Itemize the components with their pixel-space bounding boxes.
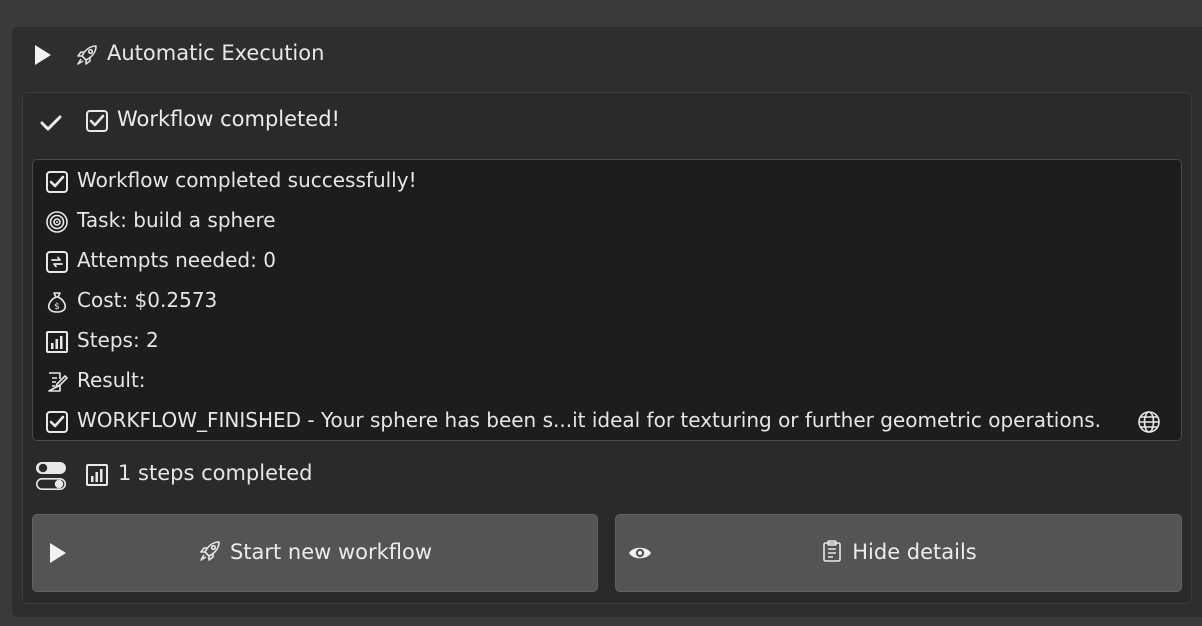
automatic-execution-panel: Automatic Execution Workflow completed! … <box>12 27 1202 617</box>
log-text: Result: <box>77 368 146 392</box>
checkbox-icon <box>86 110 108 132</box>
status-header[interactable]: Workflow completed! <box>23 93 1191 149</box>
rocket-icon <box>77 45 97 65</box>
target-icon <box>46 211 68 233</box>
panel-header[interactable]: Automatic Execution <box>12 27 1202 83</box>
log-line-attempts: Attempts needed: 0 <box>33 242 1181 282</box>
hide-button-label: Hide details <box>852 540 977 564</box>
checkbox-icon <box>46 171 68 193</box>
workflow-status-box: Workflow completed! Workflow completed s… <box>22 92 1192 604</box>
clipboard-icon <box>823 540 842 562</box>
log-text: Cost: $0.2573 <box>77 288 218 312</box>
log-line-result: Result: <box>33 362 1181 402</box>
checkmark-icon[interactable] <box>39 111 63 135</box>
button-content: Hide details <box>616 539 1181 564</box>
log-text: WORKFLOW_FINISHED - Your sphere has been… <box>77 408 1102 432</box>
status-title: Workflow completed! <box>117 107 340 131</box>
money-bag-icon: $ <box>47 292 67 313</box>
log-line-steps: Steps: 2 <box>33 322 1181 362</box>
start-button-label: Start new workflow <box>229 540 433 564</box>
globe-icon <box>1138 411 1160 433</box>
result-log[interactable]: Workflow completed successfully! Task: b… <box>32 159 1182 441</box>
log-line-cost: $ Cost: $0.2573 <box>33 282 1181 322</box>
steps-summary: 1 steps completed <box>23 451 1191 501</box>
rocket-icon <box>200 541 220 561</box>
repeat-icon <box>46 251 68 273</box>
checkbox-icon <box>46 411 68 433</box>
memo-icon <box>48 372 68 392</box>
log-line-task: Task: build a sphere <box>33 202 1181 242</box>
panel-title: Automatic Execution <box>107 41 325 65</box>
start-new-workflow-button[interactable]: Start new workflow <box>32 514 598 592</box>
play-icon[interactable] <box>30 43 54 67</box>
bar-chart-icon <box>86 464 108 486</box>
toggle-icon[interactable] <box>35 461 67 491</box>
log-line-finished: WORKFLOW_FINISHED - Your sphere has been… <box>33 402 1181 442</box>
log-line-success: Workflow completed successfully! <box>33 162 1181 202</box>
svg-text:$: $ <box>54 302 60 312</box>
hide-details-button[interactable]: Hide details <box>615 514 1182 592</box>
log-text: Task: build a sphere <box>77 208 276 232</box>
steps-completed-text: 1 steps completed <box>118 461 313 485</box>
button-content: Start new workflow <box>33 539 597 564</box>
log-text: Attempts needed: 0 <box>77 248 276 272</box>
log-text: Workflow completed successfully! <box>77 168 417 192</box>
bar-chart-icon <box>46 331 68 353</box>
log-text: Steps: 2 <box>77 328 159 352</box>
